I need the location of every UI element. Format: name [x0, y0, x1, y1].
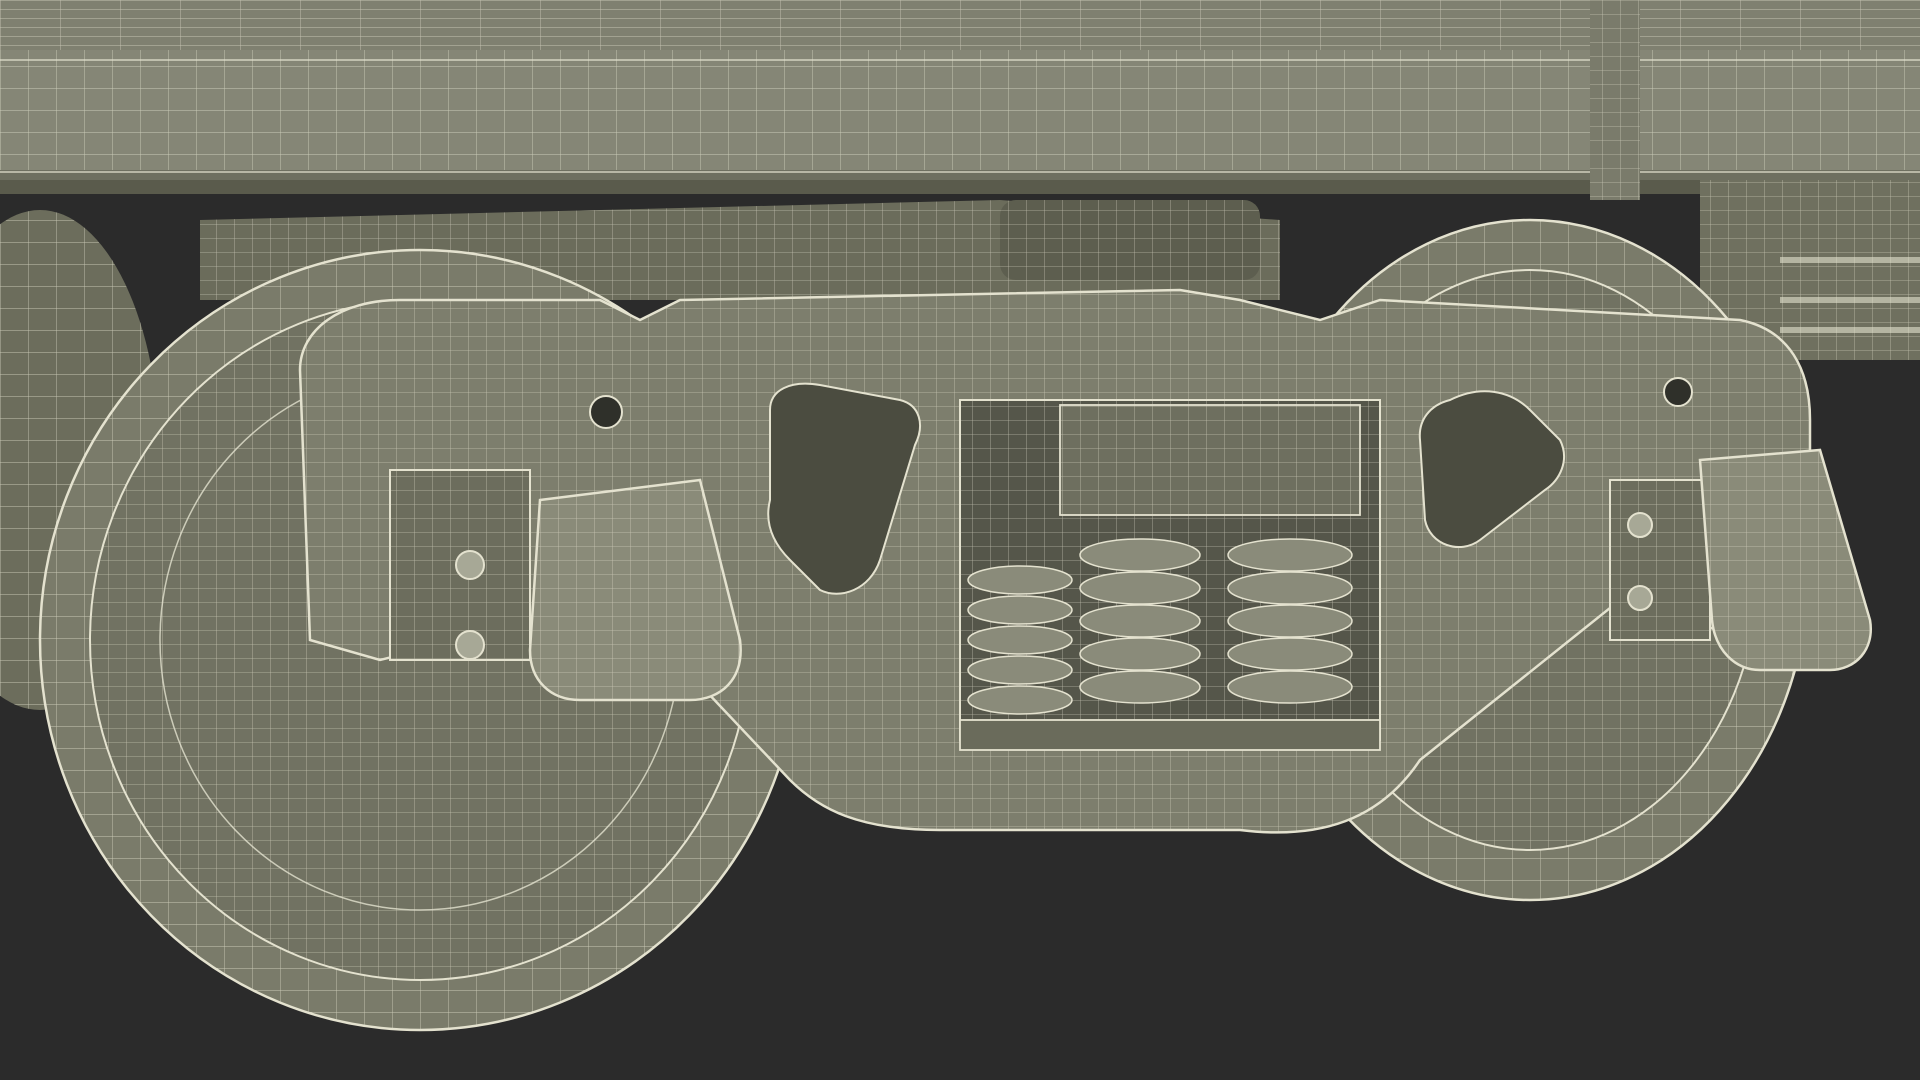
car-underframe [0, 0, 1920, 200]
frame-bolt-hole-right [1663, 377, 1693, 407]
frame-bolt-hole-left [589, 395, 623, 429]
bogie-wireframe-scene [0, 0, 1920, 1080]
spring-seat [959, 719, 1381, 751]
coil-spring-2 [1079, 538, 1201, 704]
coil-spring-1 [967, 565, 1073, 715]
coil-spring-3 [1227, 538, 1353, 704]
